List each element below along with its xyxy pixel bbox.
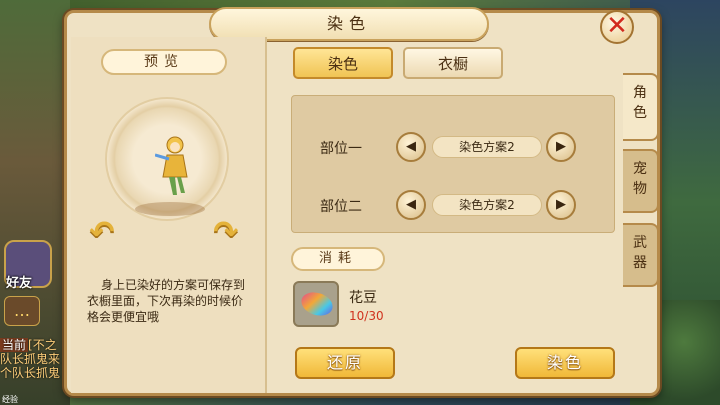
game-scene-left: 好友 … 当前 [不之 队长抓鬼来 个队长抓鬼 经验	[0, 0, 70, 405]
panel-title-bar: 染色	[209, 7, 489, 41]
character-model[interactable]	[155, 133, 195, 197]
part-label: 部位二	[320, 199, 362, 215]
close-icon[interactable]: ✕	[600, 10, 634, 44]
side-tab-character[interactable]: 角色	[623, 73, 659, 141]
chat-icon[interactable]: …	[4, 296, 40, 326]
rotate-right-icon[interactable]: ↷	[209, 215, 243, 255]
part-label: 部位一	[320, 141, 362, 157]
next-scheme-button[interactable]: ▶	[546, 190, 576, 220]
friend-label: 好友	[6, 276, 33, 291]
prev-scheme-button[interactable]: ◀	[396, 190, 426, 220]
tab-wardrobe[interactable]: 衣橱	[403, 47, 503, 79]
dye-parts-box: 部位一 ◀ 染色方案2 ▶ 部位二 ◀ 染色方案2 ▶	[291, 95, 615, 233]
restore-button[interactable]: 还原	[295, 347, 395, 379]
prev-scheme-button[interactable]: ◀	[396, 132, 426, 162]
flower-bean-icon	[298, 288, 336, 320]
side-tab-label: 角色	[633, 85, 647, 121]
side-tab-weapon[interactable]: 武器	[623, 223, 659, 287]
chat-line: 队长抓鬼来	[0, 352, 61, 366]
scheme-value: 染色方案2	[432, 136, 542, 158]
chat-line-text: [不之	[28, 338, 57, 352]
cost-item-name: 花豆	[349, 290, 377, 306]
chat-channel-tag: 当前	[0, 338, 29, 352]
preview-label: 预览	[101, 49, 227, 75]
panel-title: 染色	[326, 14, 371, 33]
side-tab-pet[interactable]: 宠物	[623, 149, 659, 213]
cost-label: 消耗	[291, 247, 385, 271]
dye-button[interactable]: 染色	[515, 347, 615, 379]
chat-line: 个队长抓鬼	[0, 366, 61, 380]
cost-item-count: 10/30	[349, 309, 384, 323]
exp-label: 经验	[2, 395, 18, 404]
side-tab-label: 宠物	[633, 161, 647, 197]
part-row: 部位一 ◀ 染色方案2 ▶	[292, 130, 616, 164]
chat-log: 当前 [不之 队长抓鬼来 个队长抓鬼	[0, 338, 70, 380]
character-shadow	[135, 202, 205, 216]
scheme-value: 染色方案2	[432, 194, 542, 216]
preview-description: 身上已染好的方案可保存到衣橱里面，下次再染的时候价格会更便宜哦	[87, 278, 246, 324]
next-scheme-button[interactable]: ▶	[546, 132, 576, 162]
tab-dye[interactable]: 染色	[293, 47, 393, 79]
flower-bean-item-icon[interactable]	[293, 281, 339, 327]
preview-column: 预览 ↶ ↷ 身上已染好的方案可保存到衣橱里面，下次再染的时候价格会更便宜哦	[71, 37, 267, 393]
chat-line: 当前 [不之	[0, 338, 70, 352]
rotate-left-icon[interactable]: ↶	[85, 215, 119, 255]
side-tab-label: 武器	[633, 235, 647, 271]
dye-panel: 染色 预览 ↶ ↷ 身上已染好的方案可保存到衣橱里面，下次再染的时候价格会更便宜…	[64, 7, 660, 396]
part-row: 部位二 ◀ 染色方案2 ▶	[292, 188, 616, 222]
